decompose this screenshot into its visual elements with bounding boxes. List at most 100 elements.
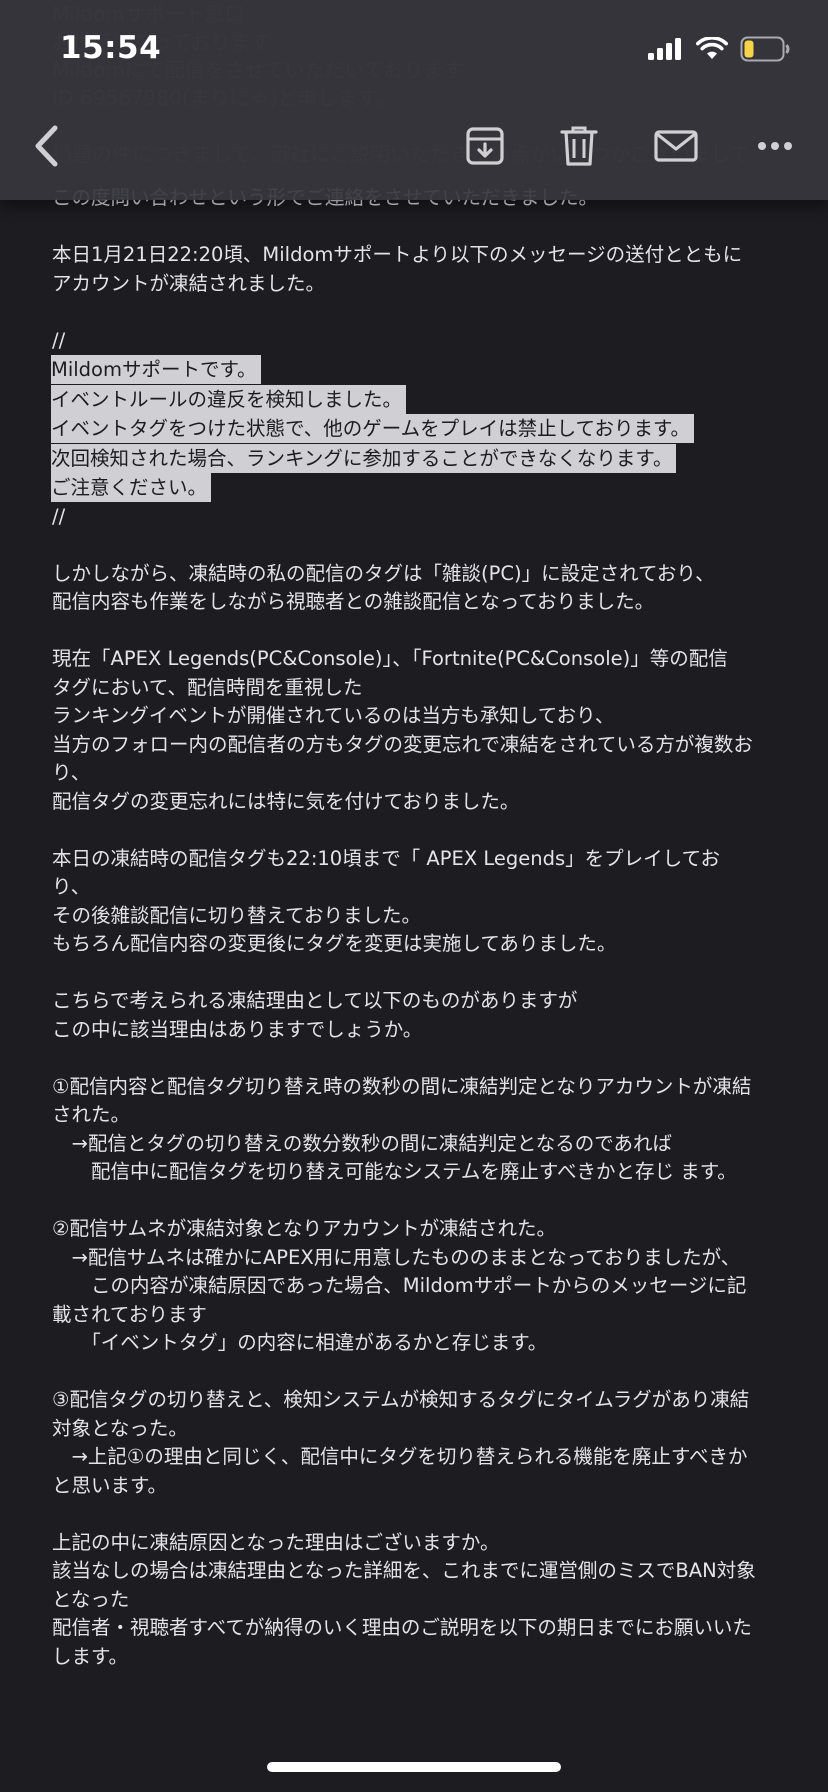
email-line: 本日の凍結時の配信タグも22:10頃まで「 APEX Legends」をプレイし… [52,845,792,874]
email-text: ②配信サムネが凍結対象となりアカウントが凍結された。 [52,1217,557,1240]
email-text: となった [52,1587,130,1611]
status-indicators [648,36,790,62]
email-text: →配信とタグの切り替えの数分数秒の間に凍結判定となるのであれば [52,1131,673,1155]
quoted-message-line: ご注意ください。 [51,473,792,503]
email-line: この中に該当理由はありますでしょうか。 [52,1016,792,1045]
trash-icon [560,126,598,166]
email-text: 配信内容も作業をしながら視聴者との雑談配信となっておりました。 [52,590,655,613]
email-line: →上記①の理由と同じく、配信中にタグを切り替えられる機能を廃止すべきか [52,1443,792,1472]
email-text: 本日1月21日22:20頃、Mildomサポートより以下のメッセージの送付ととも… [52,243,743,266]
email-line: ①配信内容と配信タグ切り替え時の数秒の間に凍結判定となりアカウントが凍結 [52,1073,792,1102]
email-line: タグにおいて、配信時間を重視した [52,674,792,703]
compose-reply-button[interactable] [650,118,702,174]
email-text: もちろん配信内容の変更後にタグを変更は実施してありました。 [52,932,617,955]
email-line: こちらで考えられる凍結理由として以下のものがありますが [52,987,792,1016]
email-text: り、 [52,761,91,784]
cellular-signal-icon [648,38,681,60]
email-text: 現在「APEX Legends(PC&Console)」、「Fortnite(P… [52,647,728,670]
email-line [52,1044,792,1073]
email-text: 配信者・視聴者すべてが納得のいく理由のご説明を以下の期日までにお願いいた [52,1616,752,1639]
email-text: しかしながら、凍結時の私の配信のタグは「雑談(PC)」に設定されており、 [52,561,715,585]
highlighted-text: Mildomサポートです。 [51,355,261,384]
email-line: 配信タグの変更忘れには特に気を付けておりました。 [52,788,792,817]
email-line [52,298,792,327]
email-line: された。 [52,1101,792,1130]
email-line [52,816,792,845]
email-line: 配信内容も作業をしながら視聴者との雑談配信となっておりました。 [52,588,792,617]
archive-icon [466,127,504,165]
email-text: 上記の中に凍結原因となった理由はございますか。 [52,1530,500,1554]
email-line [52,213,792,242]
email-line: アカウントが凍結されました。 [52,270,792,299]
email-text: →上記①の理由と同じく、配信中にタグを切り替えられる機能を廃止すべきか [52,1445,748,1468]
email-line: // [52,327,792,356]
email-text: この中に該当理由はありますでしょうか。 [52,1017,423,1041]
email-text: 載されております [52,1302,207,1326]
mail-icon [654,130,698,162]
delete-button[interactable] [554,118,604,174]
email-line: 「イベントタグ」の内容に相違があるかと存じます。 [52,1329,792,1358]
email-body: この度問い合わせという形でご連絡をさせていただきました。 本日1月21日22:2… [51,184,792,1672]
email-text: こちらで考えられる凍結理由として以下のものがありますが [52,989,578,1012]
more-icon [758,142,792,150]
email-line: 当方のフォロー内の配信者の方もタグの変更忘れで凍結をされている方が複数お [52,731,792,760]
email-line: もちろん配信内容の変更後にタグを変更は実施してありました。 [52,930,792,959]
top-bar: 15:54 [0,0,828,200]
email-text: →配信サムネは確かにAPEX用に用意したもののままとなっておりましたが、 [52,1245,741,1269]
email-line: 配信中に配信タグを切り替え可能なシステムを廃止すべきかと存じ ます。 [52,1158,792,1187]
email-text: 「イベントタグ」の内容に相違があるかと存じます。 [52,1331,548,1354]
email-text: // [52,504,66,528]
email-line: します。 [52,1643,792,1672]
email-text: 配信タグの変更忘れには特に気を付けておりました。 [52,789,520,813]
chevron-left-icon [35,125,58,167]
highlighted-text: イベントタグをつけた状態で、他のゲームをプレイは禁止しております。 [51,414,695,443]
email-line: り、 [52,873,792,902]
highlighted-text: ご注意ください。 [51,473,212,502]
email-text: // [52,328,66,352]
email-text: アカウントが凍結されました。 [52,271,326,295]
email-line: 現在「APEX Legends(PC&Console)」、「Fortnite(P… [52,645,792,674]
email-line: // [52,503,792,532]
email-line [52,1500,792,1529]
email-line: と思います。 [52,1472,792,1501]
email-text: します。 [52,1644,129,1668]
home-indicator[interactable] [267,1762,561,1772]
email-text: ランキングイベントが開催されているのは当方も承知しており、 [52,704,615,727]
email-line [52,959,792,988]
quoted-message-line: イベントタグをつけた状態で、他のゲームをプレイは禁止しております。 [51,414,792,444]
email-text: 本日の凍結時の配信タグも22:10頃まで「 APEX Legends」をプレイし… [52,846,720,870]
email-text: り、 [52,875,91,898]
email-line: ②配信サムネが凍結対象となりアカウントが凍結された。 [52,1215,792,1244]
email-text: ①配信内容と配信タグ切り替え時の数秒の間に凍結判定となりアカウントが凍結 [52,1074,752,1098]
email-text: ③配信タグの切り替えと、検知システムが検知するタグにタイムラグがあり凍結 [52,1388,750,1411]
highlighted-text: 次回検知された場合、ランキングに参加することができなくなります。 [51,443,677,473]
email-line: 該当なしの場合は凍結理由となった詳細を、これまでに運営側のミスでBAN対象 [52,1557,792,1586]
email-line [52,531,792,560]
email-line: しかしながら、凍結時の私の配信のタグは「雑談(PC)」に設定されており、 [52,560,792,589]
wifi-icon [696,37,728,59]
status-time: 15:54 [60,30,162,66]
email-line: り、 [52,759,792,788]
email-line: その後雑談配信に切り替えておりました。 [52,902,792,931]
quoted-message-line: イベントルールの違反を検知しました。 [51,384,792,415]
email-text: その後雑談配信に切り替えておりました。 [52,903,421,927]
email-line: 載されております [52,1301,792,1330]
email-line: 対象となった。 [52,1415,792,1444]
email-line: 上記の中に凍結原因となった理由はございますか。 [52,1529,792,1558]
email-text: この内容が凍結原因であった場合、Mildomサポートからのメッセージに記 [52,1274,747,1297]
email-line: ③配信タグの切り替えと、検知システムが検知するタグにタイムラグがあり凍結 [52,1386,792,1415]
battery-icon [740,36,790,62]
more-button[interactable] [750,118,800,174]
back-button[interactable] [24,118,68,174]
mail-toolbar [0,118,828,174]
email-line [52,617,792,646]
email-line: 本日1月21日22:20頃、Mildomサポートより以下のメッセージの送付ととも… [52,241,792,270]
email-line [52,1187,792,1216]
email-line: ランキングイベントが開催されているのは当方も承知しており、 [52,702,792,731]
archive-button[interactable] [460,118,510,174]
email-line [52,1358,792,1387]
email-line: 配信者・視聴者すべてが納得のいく理由のご説明を以下の期日までにお願いいた [52,1614,792,1643]
email-text: と思います。 [52,1473,168,1497]
email-text: 該当なしの場合は凍結理由となった詳細を、これまでに運営側のミスでBAN対象 [52,1559,756,1582]
email-line: となった [52,1586,792,1615]
